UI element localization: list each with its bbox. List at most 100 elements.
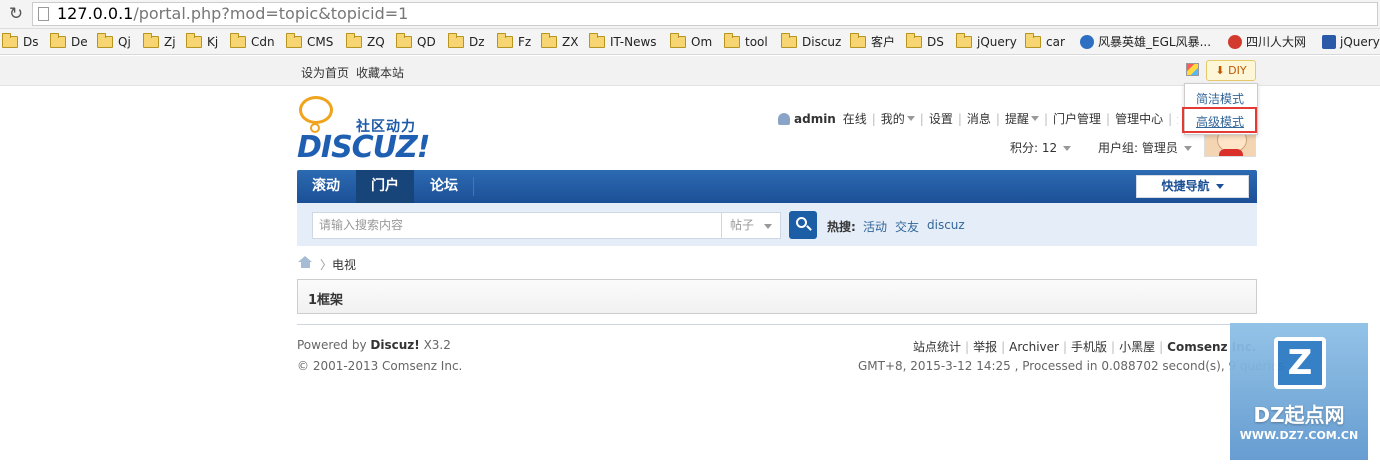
bookmark-folder[interactable]: IT-News (589, 32, 657, 51)
processing-stats: GMT+8, 2015-3-12 14:25 , Processed in 0.… (858, 359, 1293, 373)
home-icon[interactable] (298, 256, 313, 269)
blacklist-link[interactable]: 小黑屋 (1119, 340, 1155, 354)
caret-icon (1063, 146, 1072, 151)
bookmark-site-link[interactable]: 收藏本站 (356, 64, 404, 81)
caret-icon (1183, 146, 1192, 151)
mobile-link[interactable]: 手机版 (1071, 340, 1107, 354)
reminders-menu[interactable]: 提醒 (1005, 110, 1039, 126)
folder-icon (781, 32, 797, 48)
watermark: Z DZ起点网 WWW.DZ7.COM.CN (1230, 323, 1368, 460)
bookmark-folder[interactable]: CMS (286, 32, 333, 51)
logo-wordmark[interactable]: DISCUZ! (297, 130, 430, 165)
url-field[interactable]: 127.0.0.1/portal.php?mod=topic&topicid=1 (32, 2, 1378, 26)
folder-icon (1025, 32, 1041, 48)
online-status[interactable]: 在线 (843, 110, 867, 126)
settings-link[interactable]: 设置 (929, 110, 953, 126)
arrow-down-icon: ⬇ (1215, 64, 1225, 77)
site-topbar: 设为首页 收藏本站 ⬇ DIY (0, 56, 1380, 86)
folder-icon (50, 32, 66, 48)
folder-icon (186, 32, 202, 48)
footer-links: 站点统计 | 举报 | Archiver | 手机版 | 小黑屋 | Comsenz Inc. (913, 340, 1257, 354)
diy-button[interactable]: ⬇ DIY (1206, 60, 1256, 81)
breadcrumb-separator: 〉 (320, 258, 333, 272)
discuz-link[interactable]: Discuz! (370, 338, 419, 352)
folder-icon (230, 32, 246, 48)
folder-icon (497, 32, 513, 48)
hot-term-link[interactable]: 活动 (863, 218, 887, 235)
frame-title: 1框架 (308, 293, 344, 308)
search-type-select[interactable]: 帖子 (721, 212, 781, 239)
bookmark-folder[interactable]: ZQ (346, 32, 385, 51)
folder-icon (97, 32, 113, 48)
caret-icon (1215, 184, 1224, 189)
bookmarks-bar: Ds De Qj Zj Kj Cdn CMS ZQ QD Dz Fz ZX IT… (0, 29, 1380, 55)
browser-address-bar: ↻ 127.0.0.1/portal.php?mod=topic&topicid… (0, 0, 1380, 29)
bookmark-folder[interactable]: Discuz (781, 32, 841, 51)
folder-icon (448, 32, 464, 48)
usergroup-menu[interactable]: 用户组: 管理员 (1098, 139, 1192, 156)
caret-icon (764, 224, 772, 229)
messages-link[interactable]: 消息 (967, 110, 991, 126)
bookmark-folder[interactable]: Qj (97, 32, 131, 51)
bookmark-folder[interactable]: Kj (186, 32, 218, 51)
folder-icon (850, 32, 866, 48)
folder-icon (906, 32, 922, 48)
hot-search-label: 热搜: (827, 220, 856, 234)
folder-icon (670, 32, 686, 48)
my-menu[interactable]: 我的 (881, 110, 915, 126)
bookmark-site[interactable]: 四川人大网 (1228, 33, 1306, 51)
report-link[interactable]: 举报 (973, 340, 997, 354)
folder-icon (346, 32, 362, 48)
folder-icon (956, 32, 972, 48)
nav-item-scroll[interactable]: 滚动 (297, 170, 355, 203)
bookmark-site[interactable]: jQuery (1322, 33, 1380, 51)
username-link[interactable]: admin (794, 112, 836, 126)
caret-icon (1030, 116, 1039, 121)
bookmark-folder[interactable]: 客户 (850, 32, 895, 51)
stats-link[interactable]: 站点统计 (913, 340, 961, 354)
nav-item-forum[interactable]: 论坛 (415, 170, 473, 203)
logout-link[interactable]: 退出 (1177, 110, 1178, 126)
copyright: © 2001-2013 Comsenz Inc. (297, 359, 463, 373)
main-nav: 滚动 门户 论坛 (297, 170, 1257, 203)
bookmark-folder[interactable]: tool (724, 32, 768, 51)
bookmark-folder[interactable]: DS (906, 32, 944, 51)
page-icon (38, 7, 49, 21)
bookmark-site[interactable]: 风暴英雄_EGL风暴... (1080, 33, 1211, 51)
nav-item-portal[interactable]: 门户 (356, 170, 414, 203)
search-input[interactable]: 请输入搜索内容 (312, 212, 721, 239)
bookmark-folder[interactable]: Om (670, 32, 712, 51)
set-home-link[interactable]: 设为首页 (301, 64, 349, 81)
bookmark-folder[interactable]: De (50, 32, 88, 51)
bookmark-folder[interactable]: jQuery (956, 32, 1017, 51)
search-button[interactable] (789, 211, 817, 239)
nav-divider (473, 177, 474, 196)
watermark-url: WWW.DZ7.COM.CN (1239, 429, 1359, 442)
archiver-link[interactable]: Archiver (1009, 340, 1059, 354)
hot-term-link[interactable]: discuz (927, 218, 965, 232)
site-icon (1080, 34, 1094, 49)
folder-icon (724, 32, 740, 48)
theme-icon[interactable] (1186, 63, 1199, 76)
hot-term-link[interactable]: 交友 (895, 218, 919, 235)
admin-center-link[interactable]: 管理中心 (1115, 110, 1163, 126)
bookmark-folder[interactable]: Fz (497, 32, 531, 51)
bookmark-folder[interactable]: Ds (2, 32, 39, 51)
folder-icon (143, 32, 159, 48)
bookmark-folder[interactable]: Cdn (230, 32, 275, 51)
portal-admin-link[interactable]: 门户管理 (1053, 110, 1101, 126)
reload-icon[interactable]: ↻ (6, 4, 26, 24)
breadcrumb-current: 电视 (332, 258, 357, 272)
bookmark-folder[interactable]: Zj (143, 32, 176, 51)
bookmark-folder[interactable]: car (1025, 32, 1065, 51)
bookmark-folder[interactable]: QD (396, 32, 436, 51)
jquery-icon (1322, 34, 1336, 49)
folder-icon (286, 32, 302, 48)
bookmark-folder[interactable]: ZX (541, 32, 578, 51)
credits-menu[interactable]: 积分: 12 (1010, 139, 1072, 156)
bookmark-folder[interactable]: Dz (448, 32, 485, 51)
logo-bubble-icon (299, 96, 333, 133)
folder-icon (589, 32, 605, 48)
quick-nav-button[interactable]: 快捷导航 (1136, 175, 1249, 198)
simple-mode-link[interactable]: 简洁模式 (1196, 90, 1244, 107)
